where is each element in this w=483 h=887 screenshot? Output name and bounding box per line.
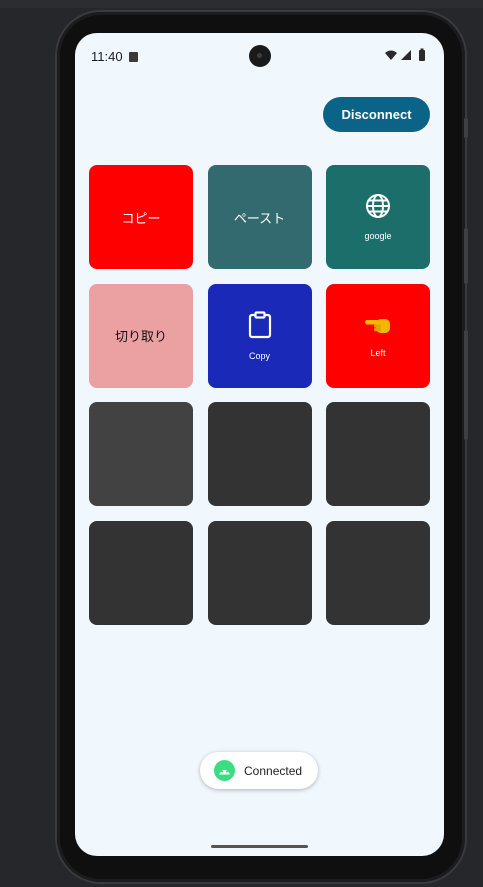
tile-label: google (364, 231, 392, 241)
pointing-left-hand-icon (364, 314, 392, 341)
tile-left[interactable]: Left (326, 283, 430, 388)
phone-volume-button (464, 330, 468, 440)
status-icons (384, 48, 432, 64)
tile-empty[interactable] (326, 520, 430, 625)
status-time: 11:40 (91, 49, 123, 64)
disconnect-button[interactable]: Disconnect (323, 97, 430, 132)
tile-cut-jp[interactable]: 切り取り (89, 283, 193, 388)
tile-empty[interactable] (89, 520, 193, 625)
sd-card-icon (129, 52, 138, 62)
front-camera (249, 45, 271, 67)
tile-empty[interactable] (89, 402, 193, 506)
tile-empty[interactable] (207, 520, 312, 625)
home-indicator[interactable] (211, 845, 308, 848)
clipboard-icon (248, 310, 272, 344)
tile-label: Copy (248, 350, 270, 361)
shortcut-grid: コピー ペースト google 切り取り Copy Left (89, 165, 430, 625)
battery-icon (419, 48, 425, 61)
tile-label: Left (370, 347, 386, 358)
tile-label: コピー (121, 210, 161, 226)
phone-screen: 11:40 Disconnect コピー ペースト google 切り取り Co… (75, 33, 444, 856)
wifi-icon (385, 50, 397, 60)
tile-copy[interactable]: Copy (207, 283, 312, 388)
globe-icon (365, 193, 391, 224)
ide-top-strip (0, 0, 483, 8)
phone-power-button (464, 228, 468, 284)
connected-label: Connected (244, 763, 303, 778)
tile-empty[interactable] (326, 402, 430, 506)
connected-toast: Connected (200, 752, 318, 789)
tile-paste-jp[interactable]: ペースト (207, 165, 312, 269)
phone-side-button (464, 118, 468, 138)
tile-copy-jp[interactable]: コピー (89, 165, 193, 269)
tile-label: 切り取り (114, 329, 167, 344)
tile-google[interactable]: google (326, 165, 430, 269)
android-icon (214, 760, 235, 781)
tile-empty[interactable] (207, 402, 312, 506)
tile-label: ペースト (233, 210, 286, 226)
signal-icon (401, 50, 411, 60)
